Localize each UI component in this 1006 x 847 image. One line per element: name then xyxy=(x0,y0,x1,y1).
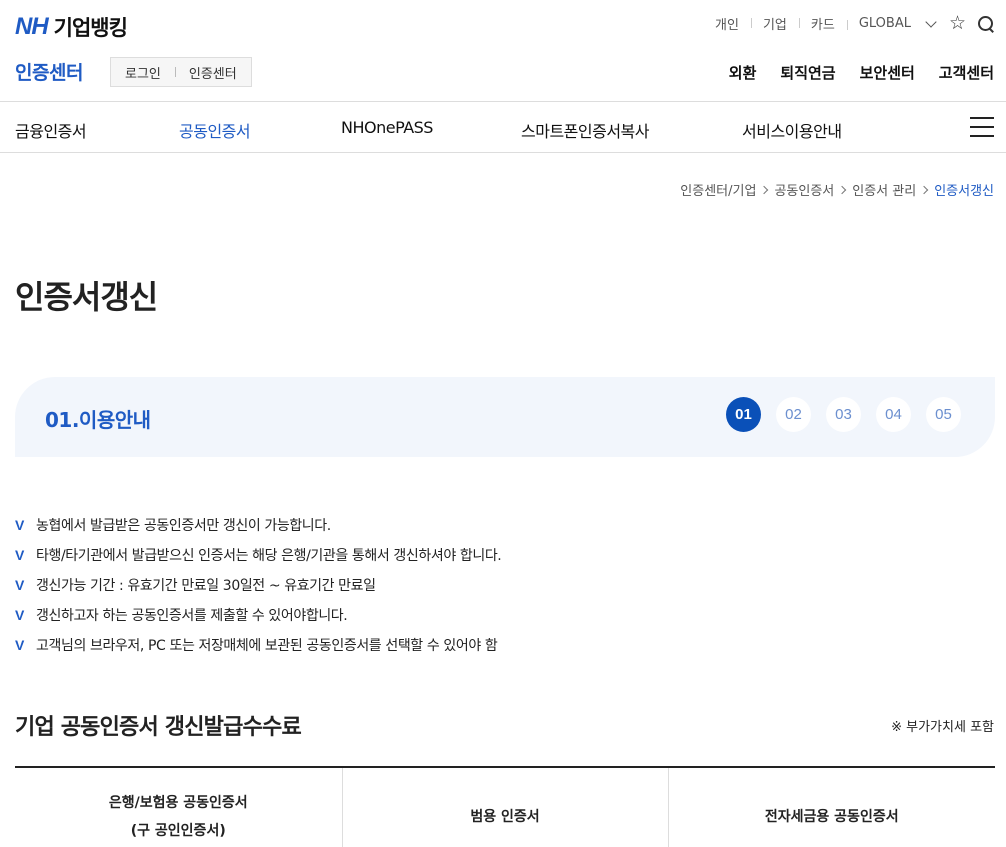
notice-text: 농협에서 발급받은 공동인증서만 갱신이 가능합니다. xyxy=(36,518,331,534)
breadcrumb: 인증센터/기업 공동인증서 인증서 관리 인증서갱신 xyxy=(680,180,994,199)
notice-text: 갱신하고자 하는 공동인증서를 제출할 수 있어야합니다. xyxy=(36,608,348,624)
logo-bank-name: 기업뱅킹 xyxy=(53,16,128,40)
list-item: V 갱신하고자 하는 공동인증서를 제출할 수 있어야합니다. xyxy=(15,600,501,630)
notice-text: 갱신가능 기간 : 유효기간 만료일 30일전 ~ 유효기간 만료일 xyxy=(36,578,376,594)
util-link-global[interactable]: GLOBAL xyxy=(846,16,923,31)
column-header-general-cert: 범용 인증서 xyxy=(341,767,668,847)
nav-nhonepass[interactable]: NHOnePASS xyxy=(341,118,433,137)
step-number-current: 01 xyxy=(726,397,761,432)
nav-service-guide[interactable]: 서비스이용안내 xyxy=(742,118,842,142)
step-number: 03 xyxy=(826,397,861,432)
vat-note: ※ 부가가치세 포함 xyxy=(891,720,994,735)
notice-text: 타행/타기관에서 발급받으신 인증서는 해당 은행/기관을 통해서 갱신하셔야 … xyxy=(36,548,502,564)
hamburger-menu-icon[interactable] xyxy=(970,117,994,137)
step-label: 01.이용안내 xyxy=(45,408,151,432)
fee-table: 은행/보험용 공동인증서 (구 공인인증서) 범용 인증서 전자세금용 공동인증… xyxy=(15,766,995,847)
breadcrumb-item[interactable]: 공동인증서 xyxy=(774,180,834,199)
utility-nav: 개인 기업 카드 GLOBAL ☆ xyxy=(703,14,994,33)
list-item: V 타행/타기관에서 발급받으신 인증서는 해당 은행/기관을 통해서 갱신하셔야… xyxy=(15,540,502,570)
check-icon: V xyxy=(15,547,24,563)
check-icon: V xyxy=(15,607,24,623)
chevron-right-icon xyxy=(919,185,929,194)
step-number: 04 xyxy=(876,397,911,432)
service-link-forex[interactable]: 외환 xyxy=(729,62,757,83)
column-header-tax-cert: 전자세금용 공동인증서 xyxy=(667,767,995,847)
list-item: V 갱신가능 기간 : 유효기간 만료일 30일전 ~ 유효기간 만료일 xyxy=(15,570,501,600)
column-header-line: 범용 인증서 xyxy=(470,809,540,826)
login-link[interactable]: 로그인 xyxy=(111,63,175,82)
column-header-line: 은행/보험용 공동인증서 xyxy=(108,795,248,812)
chevron-right-icon xyxy=(760,185,769,194)
step-number: 02 xyxy=(776,397,811,432)
service-nav: 외환 퇴직연금 보안센터 고객센터 xyxy=(705,62,994,83)
step-numbers: 01 02 03 04 05 xyxy=(711,397,961,432)
column-header-line: 전자세금용 공동인증서 xyxy=(764,809,899,826)
column-header-subline: (구 공인인증서) xyxy=(130,823,226,840)
center-title[interactable]: 인증센터 xyxy=(15,58,83,85)
search-icon[interactable] xyxy=(978,15,994,32)
chevron-down-icon[interactable] xyxy=(925,15,937,28)
check-icon: V xyxy=(15,517,24,533)
star-icon[interactable]: ☆ xyxy=(949,14,966,33)
step-number: 05 xyxy=(926,397,961,432)
service-link-security[interactable]: 보안센터 xyxy=(860,62,915,83)
util-link-personal[interactable]: 개인 xyxy=(703,14,751,33)
step-indicator: 01.이용안내 01 02 03 04 05 xyxy=(15,377,995,457)
check-icon: V xyxy=(15,577,24,593)
service-link-pension[interactable]: 퇴직연금 xyxy=(780,62,835,83)
breadcrumb-item[interactable]: 인증센터/기업 xyxy=(680,180,756,199)
fee-section-title: 기업 공동인증서 갱신발급수수료 xyxy=(15,715,302,740)
util-link-card[interactable]: 카드 xyxy=(798,14,847,33)
list-item: V 고객님의 브라우저, PC 또는 저장매체에 보관된 공동인증서를 선택할 수… xyxy=(15,630,501,660)
notice-text: 고객님의 브라우저, PC 또는 저장매체에 보관된 공동인증서를 선택할 수 … xyxy=(36,638,498,654)
logo-nh: NH xyxy=(15,13,49,40)
login-box: 로그인 인증센터 xyxy=(110,57,252,87)
util-link-corporate[interactable]: 기업 xyxy=(750,14,799,33)
service-link-customer[interactable]: 고객센터 xyxy=(939,62,994,83)
page-title: 인증서갱신 xyxy=(15,278,158,316)
breadcrumb-current: 인증서갱신 xyxy=(934,184,994,199)
nh-logo[interactable]: NH 기업뱅킹 xyxy=(15,12,128,42)
breadcrumb-item[interactable]: 인증서 관리 xyxy=(852,180,916,199)
table-header-row: 은행/보험용 공동인증서 (구 공인인증서) 범용 인증서 전자세금용 공동인증… xyxy=(15,767,995,847)
notice-list: V 농협에서 발급받은 공동인증서만 갱신이 가능합니다. V 타행/타기관에서 발… xyxy=(15,510,502,660)
auth-center-link[interactable]: 인증센터 xyxy=(174,63,251,82)
nav-smartphone-copy[interactable]: 스마트폰인증서복사 xyxy=(521,118,649,142)
nav-joint-cert[interactable]: 공동인증서 xyxy=(179,118,251,142)
chevron-right-icon xyxy=(838,185,847,194)
check-icon: V xyxy=(15,637,24,653)
column-header-bank-cert: 은행/보험용 공동인증서 (구 공인인증서) xyxy=(15,767,342,847)
nav-financial-cert[interactable]: 금융인증서 xyxy=(15,118,87,142)
list-item: V 농협에서 발급받은 공동인증서만 갱신이 가능합니다. xyxy=(15,510,501,540)
main-nav: 금융인증서 공동인증서 NHOnePASS 스마트폰인증서복사 서비스이용안내 xyxy=(0,101,1006,153)
